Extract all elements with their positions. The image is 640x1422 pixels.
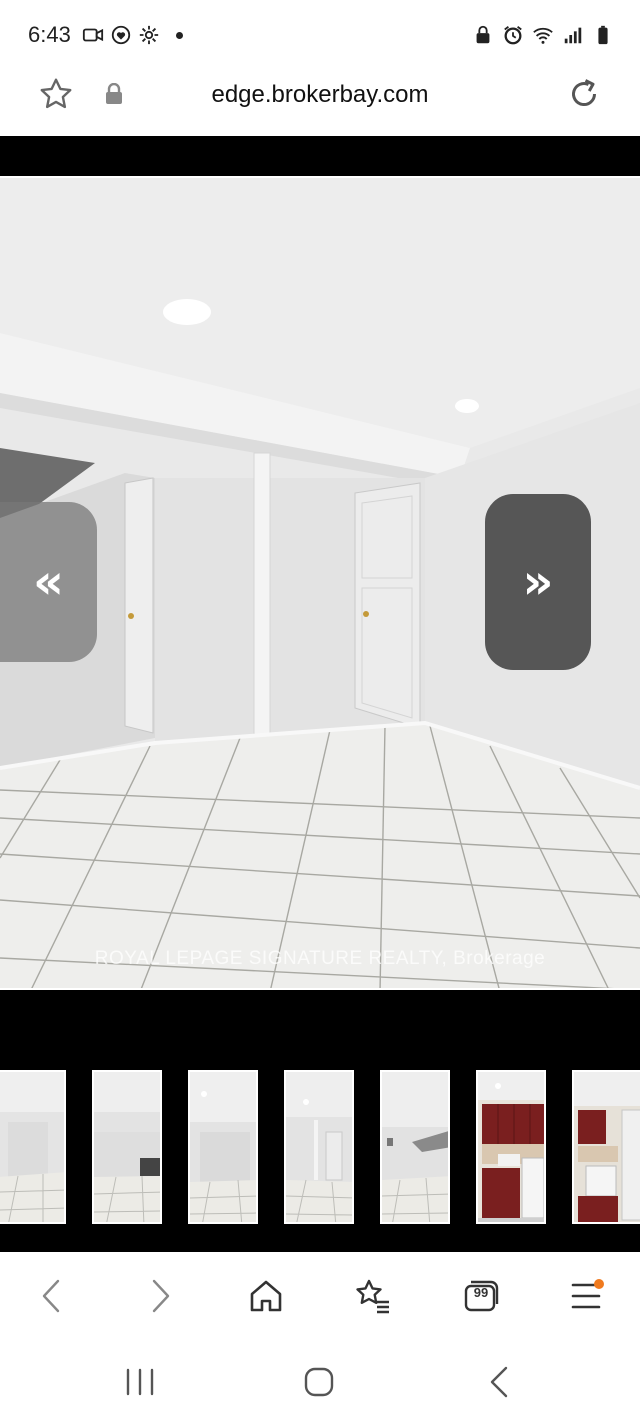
menu-badge-dot: [594, 1279, 604, 1289]
double-chevron-left-icon: «: [32, 554, 64, 610]
thumbnail[interactable]: [476, 1070, 546, 1224]
bookmarks-button[interactable]: [352, 1276, 392, 1316]
status-bar: 6:43: [0, 0, 640, 70]
thumbnail[interactable]: [92, 1070, 162, 1224]
android-navigation-bar: [0, 1338, 640, 1422]
video-call-icon: [82, 28, 104, 42]
browser-toolbar: 99: [0, 1252, 640, 1338]
tabs-button[interactable]: 99: [460, 1276, 502, 1316]
reload-icon[interactable]: [566, 76, 602, 112]
thumbnail-strip: [0, 1070, 640, 1224]
previous-photo-button[interactable]: «: [0, 502, 97, 662]
photo-watermark: ROYAL LEPAGE SIGNATURE REALTY, Brokerage: [94, 948, 546, 969]
battery-icon: [598, 25, 608, 45]
thumbnail[interactable]: [284, 1070, 354, 1224]
chevron-right-icon: [152, 1279, 170, 1313]
next-photo-button[interactable]: »: [485, 494, 591, 670]
back-icon[interactable]: [480, 1364, 520, 1400]
forward-button[interactable]: [140, 1276, 180, 1316]
thumbnail[interactable]: [0, 1070, 66, 1224]
double-chevron-right-icon: »: [522, 554, 554, 610]
signal-icon: [564, 27, 582, 44]
phone-screen: 6:43 edge.brokerbay.com ROYAL LEPAGE SIG…: [0, 0, 640, 1422]
chevron-left-icon: [42, 1279, 60, 1313]
status-time: 6:43: [28, 22, 71, 47]
alarm-icon: [504, 26, 522, 45]
wifi-icon: [533, 27, 553, 44]
recents-icon[interactable]: [120, 1364, 160, 1400]
home-button[interactable]: [246, 1276, 286, 1316]
address-bar[interactable]: edge.brokerbay.com: [0, 70, 640, 136]
photo-viewer: ROYAL LEPAGE SIGNATURE REALTY, Brokerage…: [0, 136, 640, 1252]
tabs-count: 99: [473, 1285, 489, 1300]
settings-gear-icon: [139, 25, 159, 45]
thumbnail[interactable]: [188, 1070, 258, 1224]
menu-button[interactable]: [566, 1276, 606, 1316]
home-icon: [250, 1280, 282, 1312]
back-button[interactable]: [32, 1276, 72, 1316]
home-circle-icon[interactable]: [299, 1364, 339, 1400]
heart-app-icon: [111, 25, 131, 45]
star-list-icon: [356, 1279, 389, 1314]
thumbnail[interactable]: [572, 1070, 640, 1224]
thumbnail[interactable]: [380, 1070, 450, 1224]
notification-dot: [176, 31, 183, 39]
lock-status-icon: [476, 25, 490, 44]
url-text[interactable]: edge.brokerbay.com: [0, 81, 640, 109]
